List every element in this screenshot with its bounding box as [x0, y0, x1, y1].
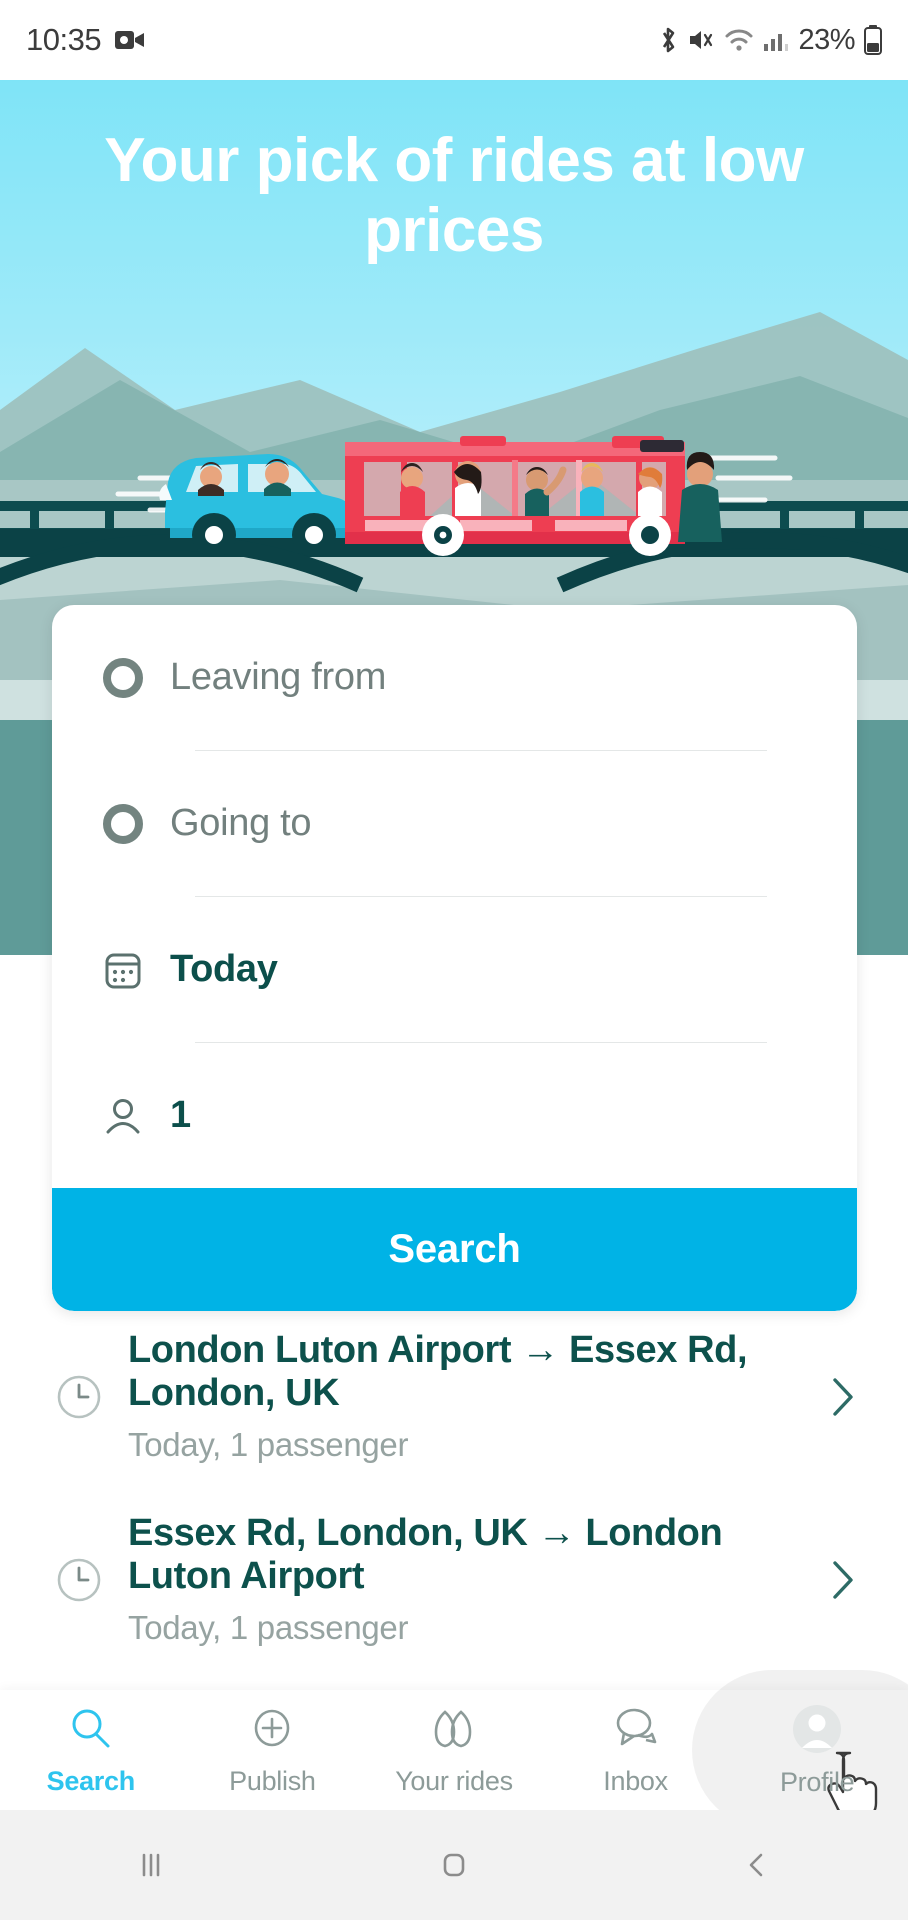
nav-label-publish: Publish: [229, 1765, 316, 1796]
recent-search-body: London Luton Airport → Essex Rd, London,…: [118, 1329, 812, 1464]
nav-label-search: Search: [46, 1765, 136, 1796]
chevron-right-icon[interactable]: [812, 1555, 872, 1605]
back-icon[interactable]: [605, 1845, 908, 1885]
search-card: Leaving from Going to Today 1 Search: [52, 605, 857, 1311]
chevron-right-icon[interactable]: [812, 1372, 872, 1422]
wifi-icon: [724, 27, 754, 53]
nav-item-inbox[interactable]: Inbox: [545, 1690, 727, 1810]
passengers-field[interactable]: 1: [52, 1043, 857, 1188]
going-to-field[interactable]: Going to: [52, 751, 857, 896]
circle-outline-icon: [100, 655, 156, 701]
video-record-icon: [115, 29, 145, 51]
circle-outline-icon: [100, 801, 156, 847]
nav-item-publish[interactable]: Publish: [182, 1690, 364, 1810]
going-to-placeholder: Going to: [170, 802, 312, 844]
rides-icon: [427, 1704, 481, 1759]
nav-item-profile[interactable]: Profile: [692, 1670, 908, 1830]
nav-label-profile: Profile: [779, 1766, 855, 1797]
recent-search-subtitle: Today, 1 passenger: [128, 1609, 409, 1647]
person-icon: [100, 1093, 156, 1139]
status-bar: 10:35 23%: [0, 0, 908, 80]
nav-item-your-rides[interactable]: Your rides: [363, 1690, 545, 1810]
chat-bubbles-icon: [610, 1704, 662, 1759]
status-time: 10:35: [26, 22, 102, 57]
battery-percent: 23%: [798, 23, 855, 56]
leaving-from-placeholder: Leaving from: [170, 656, 387, 698]
nav-label-inbox: Inbox: [603, 1765, 668, 1796]
bluetooth-icon: [657, 25, 679, 55]
date-field[interactable]: Today: [52, 897, 857, 1042]
bottom-navigation: Search Publish Your rides Inbox Profile: [0, 1670, 908, 1830]
leaving-from-field[interactable]: Leaving from: [52, 605, 857, 750]
clock-icon: [40, 1369, 118, 1425]
recents-icon[interactable]: [0, 1845, 303, 1885]
page-title: Your pick of rides at low prices: [104, 126, 804, 266]
search-button[interactable]: Search: [52, 1188, 857, 1311]
android-navigation-bar: [0, 1810, 908, 1920]
home-icon[interactable]: [303, 1845, 606, 1885]
status-bar-right: 23%: [657, 24, 882, 57]
nav-item-search[interactable]: Search: [0, 1690, 182, 1810]
recent-search-title: London Luton Airport → Essex Rd, London,…: [128, 1329, 748, 1414]
mute-icon: [688, 26, 715, 54]
calendar-icon: [100, 947, 156, 993]
phone-screen: 10:35 23% Your pick of rides at low pric…: [0, 0, 908, 1920]
recent-search-body: Essex Rd, London, UK → London Luton Airp…: [118, 1512, 812, 1647]
recent-search-item[interactable]: London Luton Airport → Essex Rd, London,…: [0, 1305, 908, 1488]
status-bar-left: 10:35: [26, 22, 145, 58]
signal-icon: [763, 27, 789, 53]
clock-icon: [40, 1552, 118, 1608]
recent-search-subtitle: Today, 1 passenger: [128, 1426, 409, 1464]
recent-search-title: Essex Rd, London, UK → London Luton Airp…: [128, 1512, 723, 1597]
avatar-icon: [791, 1703, 843, 1760]
search-icon: [66, 1704, 116, 1759]
nav-label-your-rides: Your rides: [395, 1765, 513, 1796]
date-value: Today: [170, 948, 278, 990]
plus-circle-icon: [247, 1704, 297, 1759]
recent-searches-list: London Luton Airport → Essex Rd, London,…: [0, 1305, 908, 1671]
recent-search-item[interactable]: Essex Rd, London, UK → London Luton Airp…: [0, 1488, 908, 1671]
passengers-value: 1: [170, 1094, 191, 1136]
battery-icon: [864, 25, 882, 55]
